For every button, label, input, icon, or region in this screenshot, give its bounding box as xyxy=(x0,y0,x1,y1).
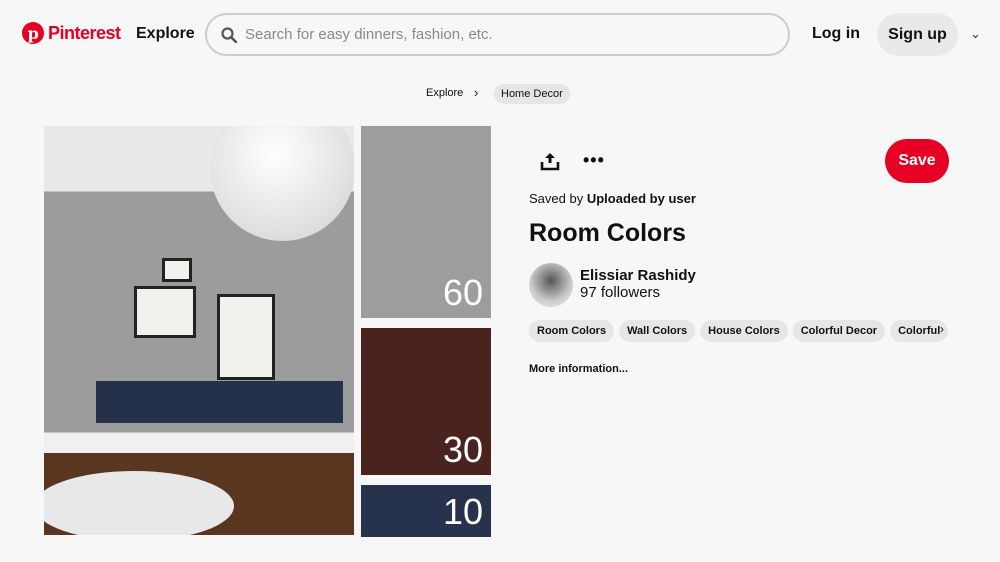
more-information-link[interactable]: More information... xyxy=(529,363,628,375)
search-bar[interactable] xyxy=(205,13,790,56)
nav-explore[interactable]: Explore xyxy=(136,25,195,43)
breadcrumb-explore[interactable]: Explore xyxy=(426,87,463,99)
swatch-label: 30 xyxy=(442,429,483,470)
chevron-right-icon: › xyxy=(474,85,479,100)
logo-text: Pinterest xyxy=(48,22,121,43)
login-button[interactable]: Log in xyxy=(812,25,860,43)
more-options-icon[interactable]: ••• xyxy=(583,150,605,171)
pin-title: Room Colors xyxy=(529,219,686,247)
swatch-label: 10 xyxy=(442,491,483,532)
saved-by-prefix: Saved by xyxy=(529,191,584,206)
avatar[interactable] xyxy=(529,263,573,307)
search-input[interactable] xyxy=(245,26,745,43)
tag-chip[interactable]: House Colors xyxy=(700,320,788,342)
tag-chip[interactable]: Wall Colors xyxy=(619,320,696,342)
breadcrumb-home-decor[interactable]: Home Decor xyxy=(494,84,570,104)
follower-count: 97 followers xyxy=(580,284,661,301)
pinterest-logo[interactable]: p Pinterest xyxy=(22,22,121,44)
author-name[interactable]: Elissiar Rashidy xyxy=(580,267,696,284)
tag-chip[interactable]: Colorful Decor xyxy=(792,320,886,342)
tag-chip[interactable]: Room Colors xyxy=(529,320,615,342)
chevron-down-icon[interactable]: ⌄ xyxy=(970,26,981,42)
swatch-30: 30 xyxy=(361,328,491,475)
pendant-lamp xyxy=(210,126,354,241)
swatch-label: 60 xyxy=(442,272,483,313)
saved-by-user[interactable]: Uploaded by user xyxy=(587,191,696,206)
rug xyxy=(44,471,234,535)
pin-image[interactable] xyxy=(44,126,354,535)
picture-frame xyxy=(217,294,275,380)
signup-button[interactable]: Sign up xyxy=(877,13,958,56)
cabinet xyxy=(96,381,343,423)
tag-list: Room Colors Wall Colors House Colors Col… xyxy=(529,320,949,342)
chevron-right-icon[interactable]: › xyxy=(940,322,944,336)
pinterest-icon: p xyxy=(22,22,44,44)
save-button[interactable]: Save xyxy=(885,139,949,183)
saved-by: Saved by Uploaded by user xyxy=(529,191,696,206)
picture-frame xyxy=(162,258,192,282)
share-icon[interactable] xyxy=(540,151,560,176)
swatch-60: 60 xyxy=(361,126,491,318)
picture-frame xyxy=(134,286,196,338)
swatch-10: 10 xyxy=(361,485,491,537)
search-icon xyxy=(221,26,237,43)
